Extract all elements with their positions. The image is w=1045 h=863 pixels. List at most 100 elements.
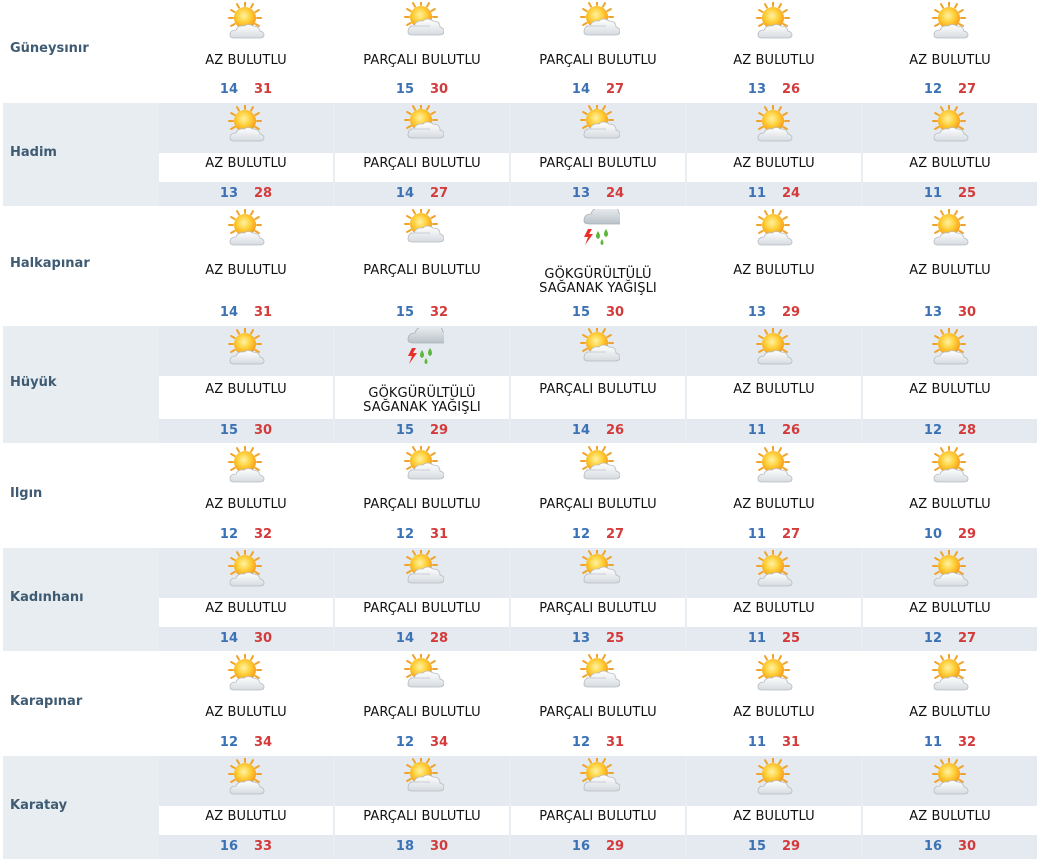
condition-line: AZ BULUTLU bbox=[909, 263, 991, 278]
condition-line: GÖKGÜRÜLTÜLÜ bbox=[544, 267, 652, 282]
city-name[interactable]: Güneysınır bbox=[10, 41, 89, 56]
condition-line: AZ BULUTLU bbox=[205, 382, 287, 397]
max-temp: 29 bbox=[782, 305, 801, 320]
cloud-sun-icon bbox=[576, 103, 621, 145]
min-temp: 14 bbox=[219, 82, 238, 97]
temperature-range: 12 27 bbox=[511, 527, 685, 542]
city-name[interactable]: Kadınhanı bbox=[10, 590, 84, 605]
max-temp: 30 bbox=[254, 631, 273, 646]
min-temp: 12 bbox=[219, 527, 238, 542]
temperature-range: 13 26 bbox=[687, 82, 861, 97]
day-forecast: AZ BULUTLU 13 26 bbox=[687, 0, 861, 102]
condition-text: AZ BULUTLU bbox=[159, 498, 333, 512]
temperature-range: 16 29 bbox=[511, 839, 685, 854]
condition-text: AZ BULUTLU bbox=[863, 810, 1037, 824]
condition-text: AZ BULUTLU bbox=[159, 157, 333, 171]
condition-line: AZ BULUTLU bbox=[909, 156, 991, 171]
city-name[interactable]: Hadim bbox=[10, 145, 57, 160]
cloud-sun-icon bbox=[400, 103, 445, 145]
min-temp: 14 bbox=[395, 186, 414, 201]
condition-line: AZ BULUTLU bbox=[733, 497, 815, 512]
condition-line: AZ BULUTLU bbox=[205, 53, 287, 68]
condition-line: AZ BULUTLU bbox=[909, 809, 991, 824]
min-temp: 12 bbox=[923, 423, 942, 438]
max-temp: 29 bbox=[606, 839, 625, 854]
cloud-sun-icon bbox=[576, 548, 621, 590]
sun-cloud-icon bbox=[928, 757, 972, 798]
condition-text: PARÇALI BULUTLU bbox=[511, 498, 685, 512]
temperature-range: 15 30 bbox=[159, 423, 333, 438]
sun-cloud-icon bbox=[752, 653, 796, 694]
condition-text: AZ BULUTLU bbox=[687, 157, 861, 171]
city-name[interactable]: Hüyük bbox=[10, 375, 57, 390]
min-temp: 13 bbox=[571, 631, 590, 646]
condition-line: PARÇALI BULUTLU bbox=[539, 382, 657, 397]
temperature-range: 14 30 bbox=[159, 631, 333, 646]
day-forecast: AZ BULUTLU 11 27 bbox=[687, 444, 861, 547]
temperature-range: 16 30 bbox=[863, 839, 1037, 854]
city-name[interactable]: Karatay bbox=[10, 798, 67, 813]
condition-line: AZ BULUTLU bbox=[205, 705, 287, 720]
condition-line: AZ BULUTLU bbox=[909, 382, 991, 397]
day-forecast: PARÇALI BULUTLU 14 26 bbox=[511, 326, 685, 443]
condition-text: AZ BULUTLU bbox=[687, 498, 861, 512]
sun-cloud-icon bbox=[928, 208, 972, 249]
min-temp: 15 bbox=[395, 82, 414, 97]
day-forecast: AZ BULUTLU 12 27 bbox=[863, 548, 1037, 651]
city-name[interactable]: Halkapınar bbox=[10, 256, 90, 271]
forecast-row: Halkapınar AZ BULUTLU 14 31 PARÇALI BULUTL… bbox=[0, 204, 1040, 325]
min-temp: 16 bbox=[923, 839, 942, 854]
forecast-row: Kadınhanı AZ BULUTLU 14 30 PARÇALI BULUTLU… bbox=[0, 548, 1040, 651]
sun-cloud-icon bbox=[752, 327, 796, 368]
condition-line: AZ BULUTLU bbox=[733, 263, 815, 278]
min-temp: 13 bbox=[923, 305, 942, 320]
day-forecast: AZ BULUTLU 11 25 bbox=[687, 548, 861, 651]
max-temp: 30 bbox=[958, 839, 977, 854]
condition-line: SAĞANAK YAĞIŞLI bbox=[363, 400, 481, 415]
condition-text: GÖKGÜRÜLTÜLÜ SAĞANAK YAĞIŞLI bbox=[511, 268, 685, 296]
max-temp: 31 bbox=[254, 305, 273, 320]
temperature-range: 12 27 bbox=[863, 631, 1037, 646]
max-temp: 27 bbox=[606, 82, 625, 97]
condition-text: AZ BULUTLU bbox=[687, 810, 861, 824]
condition-line: GÖKGÜRÜLTÜLÜ bbox=[368, 386, 476, 401]
temperature-range: 11 25 bbox=[687, 631, 861, 646]
thunderstorm-icon bbox=[400, 323, 449, 368]
condition-line: PARÇALI BULUTLU bbox=[363, 809, 481, 824]
day-forecast: AZ BULUTLU 11 32 bbox=[863, 652, 1037, 755]
day-forecast: AZ BULUTLU 12 34 bbox=[159, 652, 333, 755]
condition-text: AZ BULUTLU bbox=[159, 706, 333, 720]
min-temp: 12 bbox=[395, 527, 414, 542]
max-temp: 27 bbox=[958, 82, 977, 97]
sun-cloud-icon bbox=[752, 445, 796, 486]
condition-text: PARÇALI BULUTLU bbox=[335, 264, 509, 278]
condition-text: AZ BULUTLU bbox=[159, 383, 333, 397]
min-temp: 10 bbox=[923, 527, 942, 542]
day-forecast: PARÇALI BULUTLU 13 24 bbox=[511, 103, 685, 206]
day-forecast: PARÇALI BULUTLU 15 30 bbox=[335, 0, 509, 102]
max-temp: 31 bbox=[782, 735, 801, 750]
condition-line: PARÇALI BULUTLU bbox=[363, 705, 481, 720]
min-temp: 14 bbox=[571, 82, 590, 97]
condition-text: PARÇALI BULUTLU bbox=[511, 810, 685, 824]
temperature-range: 15 29 bbox=[335, 423, 509, 438]
sun-cloud-icon bbox=[224, 549, 268, 590]
temperature-range: 13 30 bbox=[863, 305, 1037, 320]
min-temp: 13 bbox=[219, 186, 238, 201]
condition-text: AZ BULUTLU bbox=[863, 264, 1037, 278]
condition-text: AZ BULUTLU bbox=[159, 264, 333, 278]
city-name[interactable]: Ilgın bbox=[10, 486, 42, 501]
temperature-range: 14 27 bbox=[511, 82, 685, 97]
min-temp: 11 bbox=[923, 186, 942, 201]
forecast-row: Ilgın AZ BULUTLU 12 32 PARÇALI BULUTLU 12 31… bbox=[0, 444, 1040, 547]
condition-line: AZ BULUTLU bbox=[909, 705, 991, 720]
condition-line: SAĞANAK YAĞIŞLI bbox=[539, 281, 657, 296]
min-temp: 15 bbox=[395, 423, 414, 438]
max-temp: 27 bbox=[430, 186, 449, 201]
day-forecast: AZ BULUTLU 11 31 bbox=[687, 652, 861, 755]
max-temp: 26 bbox=[606, 423, 625, 438]
min-temp: 15 bbox=[219, 423, 238, 438]
condition-line: AZ BULUTLU bbox=[205, 156, 287, 171]
sun-cloud-icon bbox=[224, 208, 268, 249]
city-name[interactable]: Karapınar bbox=[10, 694, 82, 709]
